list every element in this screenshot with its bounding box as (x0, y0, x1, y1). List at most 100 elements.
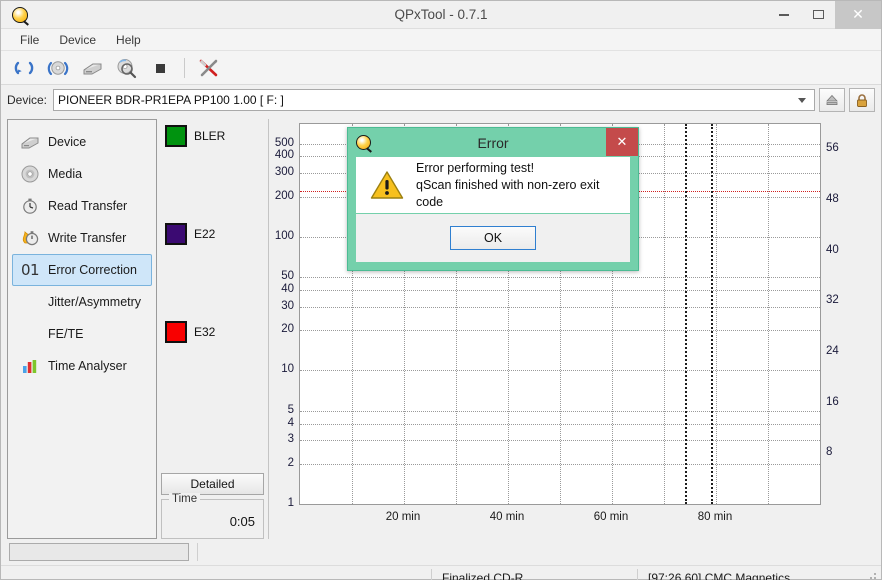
dialog-title-bar: Error ✕ (348, 128, 638, 157)
legend-swatch-bler (165, 125, 187, 147)
stop-icon (156, 63, 165, 73)
sidebar-item-label: FE/TE (48, 327, 84, 341)
tool-bar (1, 51, 881, 85)
reload-media-button[interactable] (43, 54, 73, 82)
resize-grip-icon[interactable] (865, 571, 877, 580)
legend-label: E22 (194, 227, 216, 241)
sidebar-item-label: Write Transfer (48, 231, 127, 245)
dialog-body: Error performing test! qScan finished wi… (356, 157, 630, 213)
disc-scan-icon (117, 58, 137, 78)
chart-gridline-v (716, 124, 717, 504)
chart-capacity-marker (710, 124, 713, 504)
tools-icon (199, 59, 218, 76)
bottom-bar (1, 539, 881, 565)
menu-help[interactable]: Help (107, 30, 150, 50)
close-icon: ✕ (616, 134, 628, 149)
sidebar-item-label: Media (48, 167, 83, 181)
qpxtool-window: QPxTool - 0.7.1 ✕ File Device Help Devic… (0, 0, 882, 580)
sidebar-item-label: Read Transfer (48, 199, 128, 213)
sidebar-item-device[interactable]: Device (12, 126, 152, 158)
legend-item-e22[interactable]: E22 (165, 223, 215, 245)
y-axis-tick-label: 2 (287, 456, 294, 469)
device-bar: Device: PIONEER BDR-PR1EPA PP100 1.00 [ … (1, 85, 881, 115)
sidebar-item-jitter-asymmetry[interactable]: Jitter/Asymmetry (12, 286, 152, 318)
legend-item-bler[interactable]: BLER (165, 125, 225, 147)
drive-icon (19, 132, 41, 152)
x-axis-tick-label: 40 min (489, 511, 525, 523)
status-disc-info: [97:26.60] CMC Magnetics (648, 570, 791, 580)
dialog-close-button[interactable]: ✕ (606, 128, 638, 156)
chart-gridline-v (664, 124, 665, 504)
legend-label: BLER (194, 129, 226, 143)
stop-button[interactable] (145, 54, 175, 82)
sidebar-item-write-transfer[interactable]: Write Transfer (12, 222, 152, 254)
legend-item-e32[interactable]: E32 (165, 321, 215, 343)
eject-button[interactable] (819, 88, 845, 112)
dialog-message: Error performing test! qScan finished wi… (416, 160, 616, 211)
y-axis-tick-label: 300 (274, 166, 294, 179)
elapsed-time-value: 0:05 (229, 514, 255, 529)
dialog-message-line2: qScan finished with non-zero exit code (416, 177, 600, 209)
number-icon: 01 (20, 261, 40, 279)
x-axis-tick-label: 60 min (593, 511, 629, 523)
ok-button[interactable]: OK (450, 226, 536, 250)
sidebar-item-fe-te[interactable]: FE/TE (12, 318, 152, 350)
sidebar-item-read-transfer[interactable]: Read Transfer (12, 190, 152, 222)
scan-progress-bar (9, 543, 189, 561)
menu-bar: File Device Help (1, 29, 881, 51)
close-button[interactable]: ✕ (835, 0, 881, 29)
device-label: Device: (7, 93, 48, 107)
menu-file[interactable]: File (11, 30, 48, 50)
y2-axis-tick-label: 8 (826, 446, 833, 459)
y-axis-tick-label: 500 (274, 136, 294, 149)
dialog-footer: OK (356, 214, 630, 262)
minimize-button[interactable] (767, 1, 801, 29)
sidebar-item-label: Error Correction (48, 263, 137, 277)
y2-axis-tick-label: 24 (826, 345, 839, 357)
q-logo-icon (12, 6, 28, 23)
dialog-message-line1: Error performing test! (416, 160, 535, 175)
y-axis-tick-label: 10 (281, 363, 294, 376)
toolbar-separator (184, 57, 185, 78)
eject-drive-button[interactable] (77, 54, 107, 82)
y-axis-tick-label: 40 (281, 283, 294, 296)
status-spacer (1, 566, 431, 580)
window-controls: ✕ (767, 0, 881, 29)
eject-icon (826, 94, 838, 106)
drive-eject-icon (83, 63, 102, 74)
settings-button[interactable] (194, 54, 224, 82)
menu-device[interactable]: Device (50, 30, 105, 50)
sidebar-item-time-analyser[interactable]: Time Analyser (12, 350, 152, 382)
sidebar-item-error-correction[interactable]: 01 Error Correction (12, 254, 152, 286)
scan-button[interactable] (111, 54, 141, 82)
lock-button[interactable] (849, 88, 875, 112)
chart-gridline-v (768, 124, 769, 504)
y2-axis-tick-label: 32 (826, 294, 839, 307)
sidebar-item-label: Jitter/Asymmetry (48, 295, 142, 309)
sidebar-item-label: Time Analyser (48, 359, 127, 373)
close-icon: ✕ (852, 6, 864, 22)
legend-swatch-e22 (165, 223, 187, 245)
y-axis-tick-label: 4 (287, 416, 294, 429)
status-bar: Finalized CD-R [97:26.60] CMC Magnetics (1, 565, 881, 580)
sidebar-item-media[interactable]: Media (12, 158, 152, 190)
stopwatch-icon (19, 196, 41, 216)
bar-chart-icon (19, 356, 41, 376)
disc-refresh-icon (47, 60, 69, 75)
chart-gridline-h (300, 504, 820, 505)
chart-capacity-marker (684, 124, 687, 504)
navigation-panel: Device Media Read Transfer Write Transfe… (7, 119, 157, 539)
maximize-button[interactable] (801, 1, 835, 29)
legend-label: E32 (194, 325, 216, 339)
sidebar-item-label: Device (48, 135, 87, 149)
y2-axis-tick-label: 16 (826, 395, 839, 408)
chevron-down-icon (798, 97, 806, 103)
y-axis-tick-label: 50 (281, 270, 294, 283)
device-select[interactable]: PIONEER BDR-PR1EPA PP100 1.00 [ F: ] (53, 89, 815, 111)
y-axis-tick-label: 30 (281, 299, 294, 312)
error-dialog: Error ✕ Error performing test! qScan fin… (347, 127, 639, 271)
refresh-button[interactable] (9, 54, 39, 82)
detailed-button[interactable]: Detailed (161, 473, 264, 495)
no-icon (19, 292, 41, 312)
y2-axis-tick-label: 40 (826, 243, 839, 256)
